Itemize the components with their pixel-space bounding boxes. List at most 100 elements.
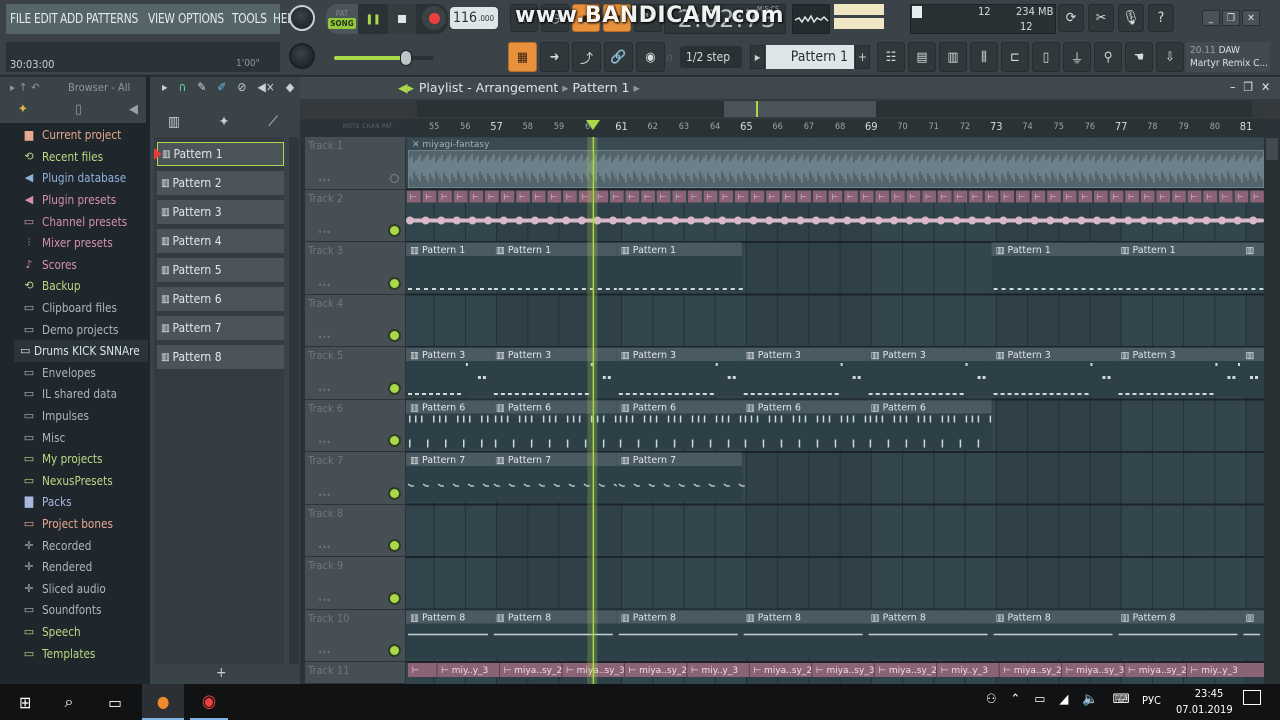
automation-tab-icon[interactable]: ⟋	[268, 114, 278, 130]
keyboard-icon[interactable]: ⌨	[1113, 692, 1130, 707]
browser-item[interactable]: ♪ Scores	[14, 254, 148, 276]
audio-input-button[interactable]: 🎙	[1118, 4, 1144, 32]
track-options-icon[interactable]: •••	[318, 543, 331, 552]
track-options-icon[interactable]: •••	[318, 438, 331, 447]
browser-item[interactable]: ▇ Packs	[14, 491, 148, 513]
track-mute-led[interactable]	[390, 278, 399, 288]
browser-item[interactable]: ▭ Channel presets	[14, 210, 148, 232]
browser-item[interactable]: ✛ Sliced audio	[14, 577, 148, 599]
menu-edit[interactable]: EDIT	[34, 12, 58, 27]
plugin-picker-button[interactable]: ⏚	[1063, 42, 1091, 72]
track-header[interactable]: Track 4 •••	[305, 294, 405, 347]
mute-tool-icon[interactable]: ◀×	[257, 80, 274, 95]
menu-patterns[interactable]: PATTERNS	[86, 12, 138, 27]
menu-tools[interactable]: TOOLS	[232, 12, 267, 27]
track-header[interactable]: Track 1 •••	[305, 137, 405, 190]
step-edit-button[interactable]: ➜	[540, 42, 569, 72]
track-options-icon[interactable]: •••	[318, 228, 331, 237]
browser-item[interactable]: ✛ Recorded	[14, 534, 148, 556]
scrollbar-thumb[interactable]	[1266, 138, 1278, 160]
pattern-item[interactable]: ▥ Pattern 3	[157, 200, 284, 224]
track-options-icon[interactable]: •••	[318, 596, 331, 605]
wifi-icon[interactable]: ◢	[1059, 692, 1068, 707]
channel-rack-view-button[interactable]: ▥	[939, 42, 967, 72]
track-mute-led[interactable]	[390, 488, 399, 498]
slide-button[interactable]: ⤴	[572, 42, 601, 72]
pattern-item[interactable]: ▥ Pattern 5	[157, 258, 284, 282]
track-options-icon[interactable]: •••	[318, 176, 331, 185]
browser-item[interactable]: ▆ Current project	[14, 124, 148, 146]
track-mute-led[interactable]	[390, 226, 399, 235]
snap-step-select[interactable]: 1/2 step	[680, 46, 742, 68]
pattern-item[interactable]: ▥ Pattern 8	[157, 345, 284, 369]
clock-time[interactable]: 23:45	[1186, 687, 1232, 700]
minimize-button[interactable]: _	[1202, 10, 1220, 26]
track-header[interactable]: Track 8 •••	[305, 504, 405, 557]
browser-item[interactable]: ▭ Templates	[14, 642, 148, 664]
browser-item[interactable]: ▭ Demo projects	[14, 318, 148, 340]
playlist-vertical-scrollbar[interactable]	[1264, 137, 1280, 684]
track-mute-led[interactable]	[390, 173, 399, 183]
pattern-menu-button[interactable]: ▶	[750, 45, 765, 69]
track-mute-led[interactable]	[390, 646, 399, 655]
mixer-view-button[interactable]: ⫼	[970, 42, 998, 72]
touch-controller-button[interactable]: ☚	[1125, 42, 1153, 72]
notification-icon[interactable]	[1243, 690, 1261, 705]
browser-item[interactable]: ◀ Plugin presets	[14, 189, 148, 211]
project-info-button[interactable]: ▯	[1032, 42, 1060, 72]
browser-item[interactable]: ▭ Project bones	[14, 513, 148, 535]
delete-tool-icon[interactable]: ⊘	[237, 80, 246, 95]
audio-tab-icon[interactable]: ✦	[219, 114, 230, 130]
document-filter-icon[interactable]: ▯	[75, 102, 81, 117]
track-mute-led[interactable]	[390, 331, 399, 340]
track-header[interactable]: Track 11	[305, 662, 405, 684]
help-button[interactable]: ?	[1148, 4, 1174, 32]
plugin-filter-icon[interactable]: ◀	[129, 102, 138, 117]
browser-view-button[interactable]: ⊏	[1001, 42, 1029, 72]
add-pattern-button[interactable]: +	[855, 45, 870, 69]
track-header[interactable]: Track 9 •••	[305, 557, 405, 610]
track-options-icon[interactable]: •••	[318, 333, 331, 342]
pattern-selector[interactable]: Pattern 1	[766, 45, 854, 69]
add-pattern-icon[interactable]: +	[216, 665, 227, 681]
piano-roll-view-button[interactable]: ▤	[908, 42, 936, 72]
stop-button[interactable]	[388, 4, 416, 34]
battery-icon[interactable]: ▭	[1034, 692, 1045, 707]
browser-item[interactable]: ◀ Plugin database	[14, 167, 148, 189]
menu-options[interactable]: OPTIONS	[178, 12, 224, 27]
browser-item[interactable]: ▭ Speech	[14, 621, 148, 643]
pattern-item[interactable]: ▥ Pattern 1	[154, 142, 284, 166]
taskbar-fl-studio[interactable]: ●	[142, 684, 184, 720]
start-button[interactable]: ⊞	[8, 684, 42, 720]
search-button[interactable]: ⌕	[52, 684, 86, 720]
pattern-item[interactable]: ▥ Pattern 6	[157, 287, 284, 311]
browser-item[interactable]: ▭ NexusPresets	[14, 470, 148, 492]
browser-item[interactable]: ▭ Envelopes	[14, 362, 148, 384]
touch-keyboard-button[interactable]: ⚲	[1094, 42, 1122, 72]
track-mute-led[interactable]	[390, 593, 399, 603]
menu-arrow-icon[interactable]: ▸	[162, 80, 167, 95]
browser-item[interactable]: ▭ Impulses	[14, 405, 148, 427]
chevron-up-icon[interactable]: ⌃	[1011, 692, 1021, 707]
task-view-button[interactable]: ▭	[98, 684, 132, 720]
slip-tool-icon[interactable]: ◆	[286, 80, 294, 95]
track-mute-led[interactable]	[390, 383, 399, 393]
playhead-marker[interactable]	[586, 120, 601, 130]
track-header[interactable]: Track 5 •••	[305, 347, 405, 400]
volume-icon[interactable]: 🔈	[1082, 692, 1098, 707]
taskbar-bandicam[interactable]: ◉	[190, 684, 228, 720]
browser-item[interactable]: ▭ Clipboard files	[14, 297, 148, 319]
browser-item[interactable]: ⟲ Backup	[14, 275, 148, 297]
track-mute-led[interactable]	[390, 541, 399, 550]
knob-button[interactable]: ◉	[636, 42, 665, 72]
track-mute-led[interactable]	[390, 436, 399, 445]
track-header[interactable]: Track 6 •••	[305, 399, 405, 452]
magnet-icon[interactable]: ∩	[178, 80, 186, 95]
track-header[interactable]: Track 2 •••	[305, 189, 405, 242]
track-header[interactable]: Track 7 •••	[305, 452, 405, 505]
tempo-field[interactable]: 116.000	[450, 7, 498, 29]
track-options-icon[interactable]: •••	[318, 386, 331, 395]
pause-button[interactable]: ❚❚	[358, 4, 388, 34]
people-icon[interactable]: ⚇	[986, 692, 997, 707]
pattern-item[interactable]: ▥ Pattern 4	[157, 229, 284, 253]
